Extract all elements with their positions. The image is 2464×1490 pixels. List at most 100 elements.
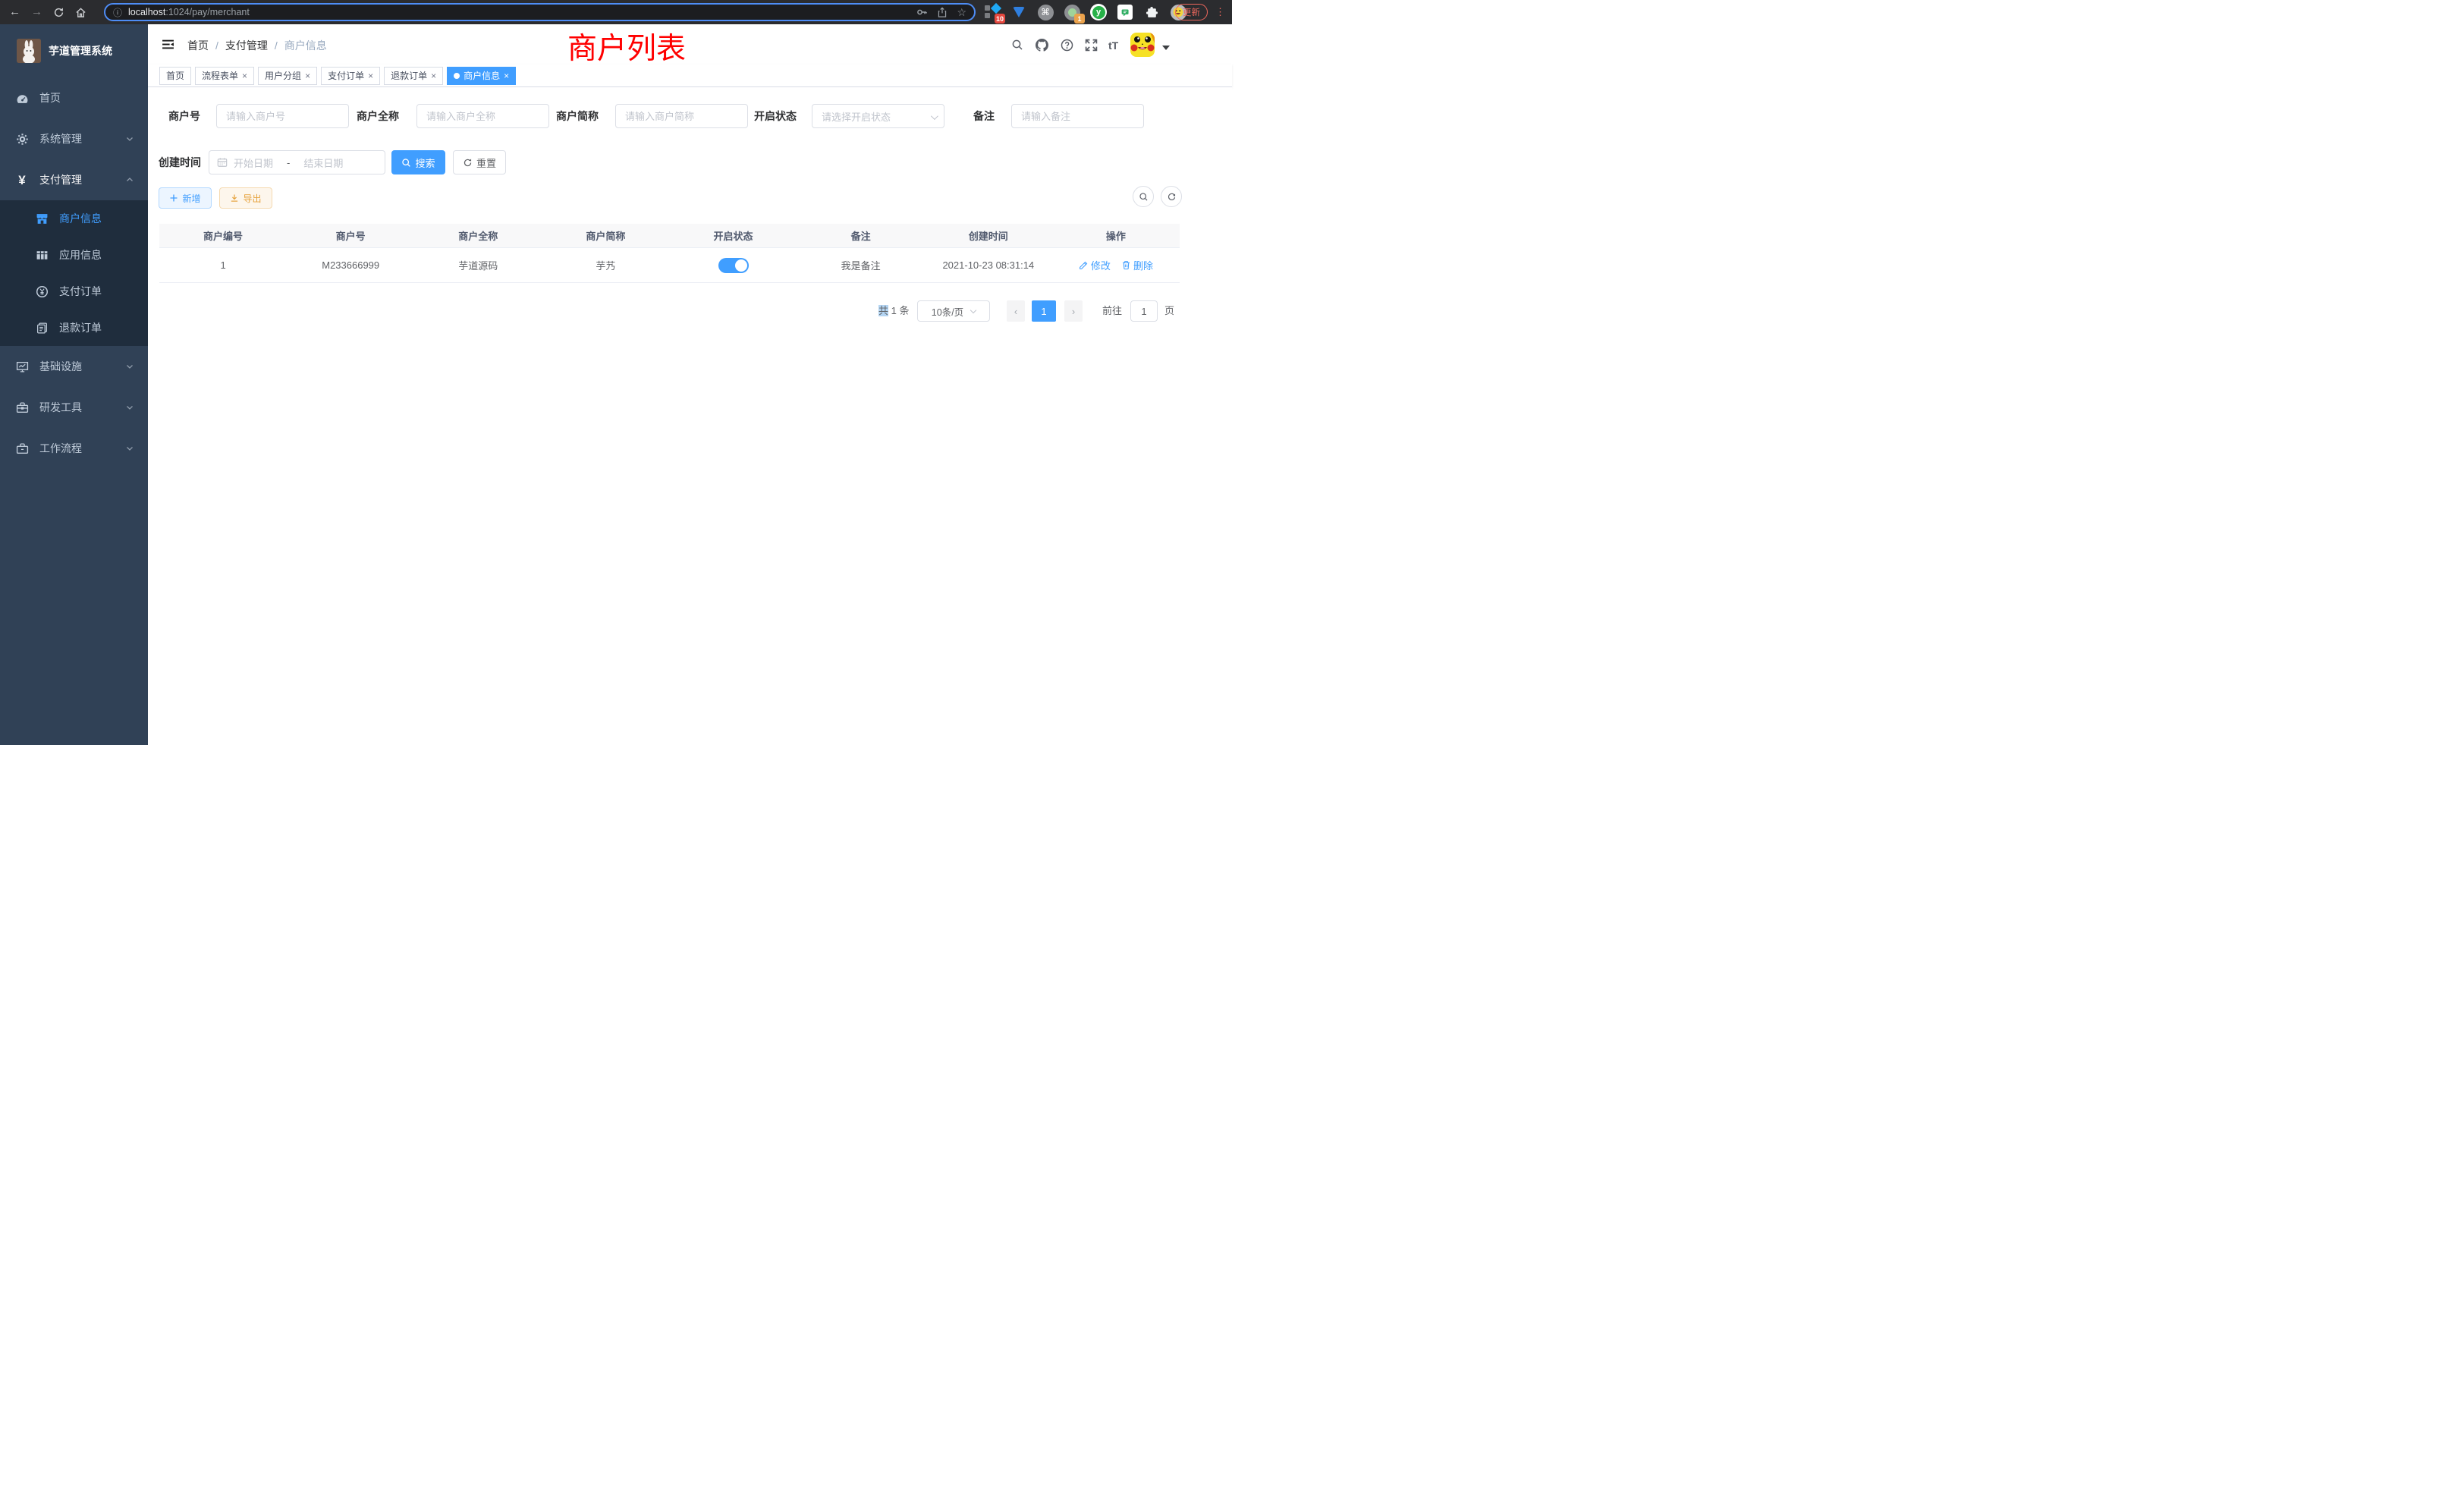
user-avatar[interactable] (1130, 33, 1155, 57)
breadcrumb-pay[interactable]: 支付管理 (225, 38, 268, 53)
table-row: 1 M233666999 芋道源码 芋艿 我是备注 2021-10-23 08:… (159, 248, 1180, 283)
sidebar-item-merchant-info[interactable]: 商户信息 (0, 200, 148, 237)
avatar-caret-icon[interactable] (1162, 46, 1170, 50)
app-logo-row[interactable]: 芋道管理系统 (0, 24, 148, 67)
reset-button[interactable]: 重置 (453, 150, 506, 174)
github-icon[interactable] (1036, 39, 1048, 52)
extension-proxy-badge: 1 (1074, 14, 1085, 24)
chevron-down-icon (931, 112, 938, 120)
sidebar-item-pay-orders[interactable]: 支付订单 (0, 273, 148, 310)
extension-chat-icon[interactable] (1117, 4, 1133, 20)
sidebar-item-workflow[interactable]: 工作流程 (0, 428, 148, 469)
address-bar[interactable]: ⓘ localhost:1024/pay/merchant ☆ (104, 3, 976, 21)
sidebar-item-label: 基础设施 (39, 359, 82, 374)
sidebar-item-system[interactable]: 系统管理 (0, 118, 148, 159)
help-icon[interactable] (1061, 39, 1073, 52)
date-range-picker[interactable]: 开始日期 - 结束日期 (209, 150, 385, 174)
sidebar: 芋道管理系统 首页 系统管理 ¥ 支付管理 商户信息 (0, 24, 148, 745)
sidebar-item-label: 系统管理 (39, 131, 82, 146)
page-title-annotation: 商户列表 (567, 25, 686, 68)
close-icon[interactable]: × (504, 71, 509, 81)
sidebar-item-infra[interactable]: 基础设施 (0, 346, 148, 387)
filter-label-remark: 备注 (973, 104, 995, 128)
site-info-icon[interactable]: ⓘ (113, 6, 122, 19)
short-name-input[interactable] (615, 104, 748, 128)
filter-label-merchant-no: 商户号 (168, 104, 200, 128)
sidebar-item-devtools[interactable]: 研发工具 (0, 387, 148, 428)
sidebar-item-refund-orders[interactable]: 退款订单 (0, 310, 148, 346)
breadcrumb-home[interactable]: 首页 (187, 38, 209, 53)
page-number-1[interactable]: 1 (1032, 300, 1056, 322)
browser-back-icon[interactable]: ← (9, 0, 20, 24)
sidebar-item-home[interactable]: 首页 (0, 77, 148, 118)
close-icon[interactable]: × (431, 71, 436, 81)
next-page-button[interactable]: › (1064, 300, 1083, 322)
merchant-no-input[interactable] (216, 104, 349, 128)
browser-menu-icon[interactable]: ⋮ (1215, 5, 1225, 19)
extension-gem-icon[interactable] (1010, 4, 1027, 20)
export-button[interactable]: 导出 (219, 187, 272, 209)
header-search-icon[interactable] (1011, 39, 1023, 51)
storefront-icon (35, 212, 49, 225)
monitor-icon (15, 360, 29, 373)
browser-home-icon[interactable] (75, 7, 86, 18)
add-button[interactable]: 新增 (159, 187, 212, 209)
browser-update-button[interactable]: 更新 (1175, 4, 1208, 20)
toggle-search-button[interactable] (1133, 186, 1154, 207)
delete-link[interactable]: 删除 (1121, 258, 1153, 272)
tab-merchant-info[interactable]: 商户信息× (447, 67, 516, 85)
edit-link[interactable]: 修改 (1079, 258, 1111, 272)
browser-reload-icon[interactable] (53, 7, 64, 18)
active-dot (454, 73, 460, 79)
top-navbar: 首页 / 支付管理 / 商户信息 tT (148, 24, 1232, 64)
extension-yuque-icon[interactable]: y (1090, 4, 1107, 20)
chevron-down-icon (125, 403, 134, 412)
share-icon[interactable] (937, 7, 948, 18)
font-size-icon[interactable]: tT (1108, 39, 1118, 52)
remark-input[interactable] (1011, 104, 1144, 128)
tab-home[interactable]: 首页 (159, 67, 191, 85)
prev-page-button[interactable]: ‹ (1007, 300, 1025, 322)
status-select[interactable]: 请选择开启状态 (812, 104, 944, 128)
extension-translate-icon[interactable]: 10 (984, 4, 1001, 20)
search-button[interactable]: 搜索 (391, 150, 445, 174)
tab-user-group[interactable]: 用户分组× (258, 67, 317, 85)
sidebar-item-app-info[interactable]: 应用信息 (0, 237, 148, 273)
browser-forward-icon[interactable]: → (31, 0, 42, 24)
goto-page-input[interactable] (1130, 300, 1158, 322)
extensions-puzzle-icon[interactable] (1143, 4, 1160, 20)
date-end-placeholder: 结束日期 (303, 156, 343, 170)
chevron-up-icon (125, 175, 134, 184)
sidebar-item-label: 支付订单 (59, 284, 102, 299)
close-icon[interactable]: × (242, 71, 247, 81)
bookmark-star-icon[interactable]: ☆ (957, 6, 966, 19)
sidebar-item-label: 商户信息 (59, 211, 102, 226)
chevron-down-icon (125, 362, 134, 371)
sidebar-item-pay[interactable]: ¥ 支付管理 (0, 159, 148, 200)
refresh-button[interactable] (1161, 186, 1182, 207)
page-size-select[interactable]: 10条/页 (917, 300, 990, 322)
extension-command-icon[interactable]: ⌘ (1037, 4, 1054, 20)
toolbox-icon (15, 442, 29, 455)
sidebar-item-label: 工作流程 (39, 441, 82, 456)
chevron-down-icon (970, 306, 976, 313)
sidebar-collapse-icon[interactable] (162, 38, 174, 51)
table-header: 商户编号 商户号 商户全称 商户简称 开启状态 备注 创建时间 操作 (159, 224, 1180, 248)
sidebar-item-label: 应用信息 (59, 247, 102, 262)
close-icon[interactable]: × (368, 71, 373, 81)
close-icon[interactable]: × (305, 71, 310, 81)
grid-icon (35, 249, 49, 262)
status-toggle[interactable] (718, 258, 749, 273)
gear-icon (15, 133, 29, 146)
tab-refund-orders[interactable]: 退款订单× (384, 67, 443, 85)
extension-proxy-icon[interactable]: 1 (1064, 4, 1080, 20)
full-name-input[interactable] (416, 104, 549, 128)
breadcrumb: 首页 / 支付管理 / 商户信息 (187, 38, 327, 53)
tab-pay-orders[interactable]: 支付订单× (321, 67, 380, 85)
password-key-icon[interactable] (916, 6, 928, 18)
fullscreen-icon[interactable] (1085, 39, 1098, 52)
breadcrumb-current: 商户信息 (284, 38, 327, 53)
app-logo (17, 39, 41, 63)
tab-process-form[interactable]: 流程表单× (195, 67, 254, 85)
cell-remark: 我是备注 (797, 248, 925, 282)
